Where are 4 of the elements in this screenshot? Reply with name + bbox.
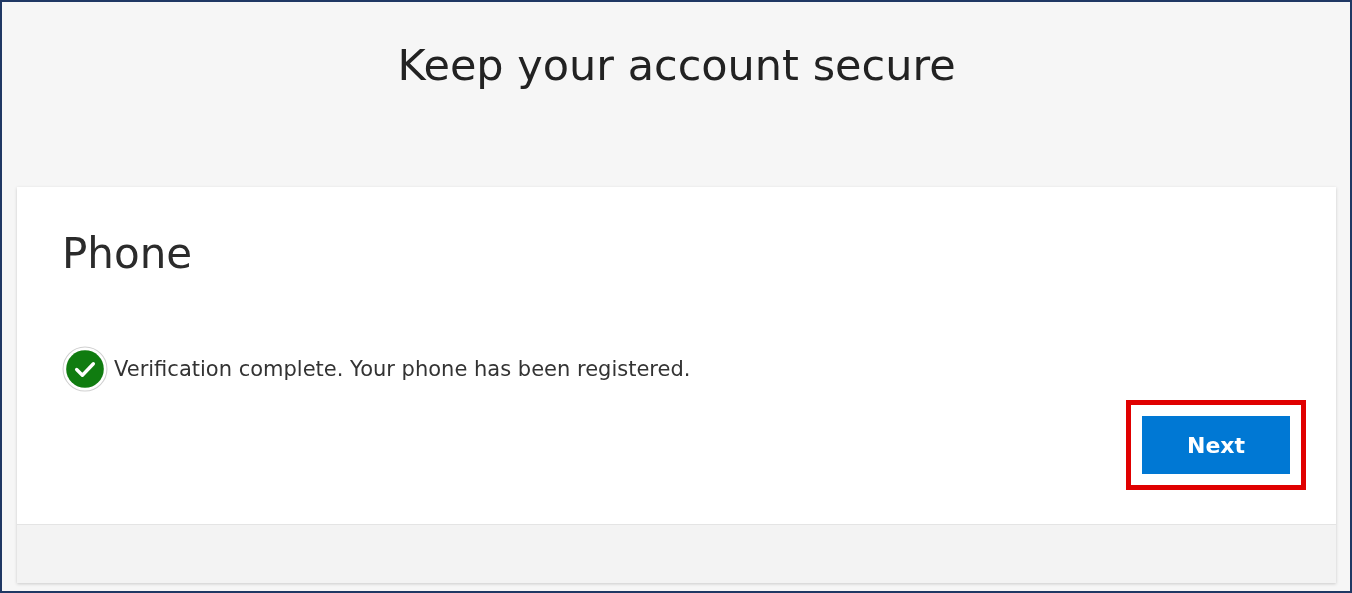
status-message: Verification complete. Your phone has been registered. xyxy=(114,357,691,381)
next-button[interactable]: Next xyxy=(1142,416,1290,474)
page-title: Keep your account secure xyxy=(396,40,957,92)
section-heading: Phone xyxy=(62,229,194,278)
